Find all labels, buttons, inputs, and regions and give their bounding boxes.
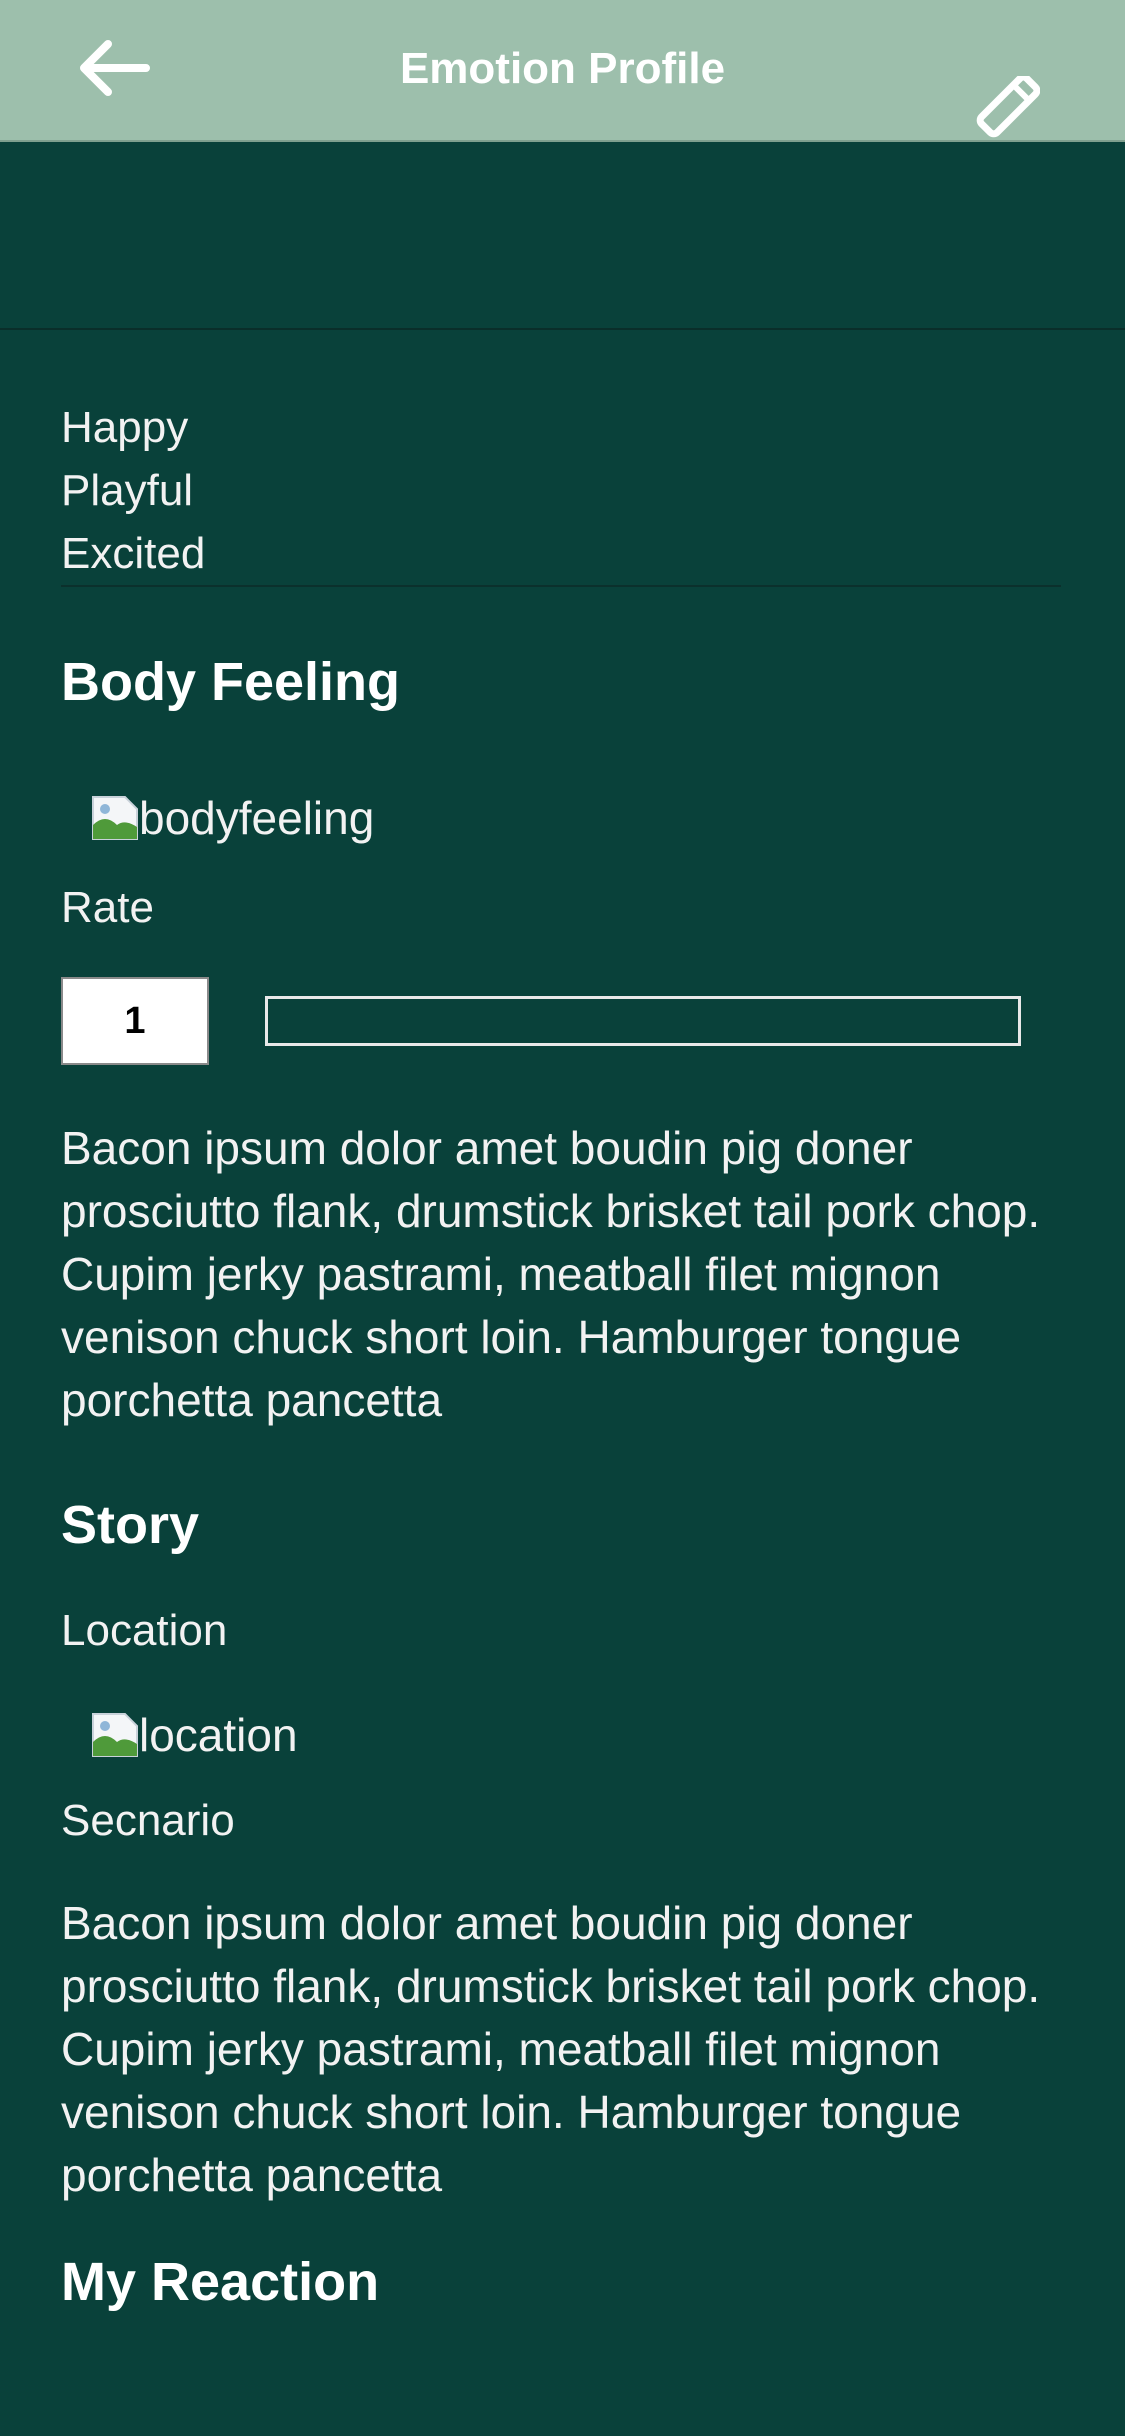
rate-slider[interactable] — [265, 996, 1021, 1046]
rate-label: Rate — [61, 883, 154, 932]
bodyfeeling-image: bodyfeeling — [91, 791, 1061, 845]
my-reaction-heading: My Reaction — [61, 2252, 380, 2312]
profile-content: Happy Playful Excited Body Feeling bodyf… — [61, 396, 1061, 2313]
app-bar: Emotion Profile — [0, 0, 1125, 142]
profile-header-area — [0, 142, 1125, 330]
emotion-list: Happy Playful Excited — [61, 396, 1061, 585]
location-image: location — [91, 1708, 1061, 1762]
rate-input[interactable] — [61, 977, 209, 1065]
story-heading: Story — [61, 1495, 200, 1555]
location-image-alt: location — [139, 1709, 298, 1761]
edit-button[interactable] — [970, 73, 1041, 142]
broken-image-icon — [92, 1713, 138, 1757]
page-title: Emotion Profile — [399, 44, 726, 93]
rate-row — [61, 977, 1061, 1065]
location-label: Location — [61, 1606, 228, 1655]
pencil-icon — [976, 73, 1041, 138]
divider — [61, 585, 1061, 587]
body-feeling-heading: Body Feeling — [61, 652, 401, 712]
emotion-item: Excited — [61, 529, 206, 578]
emotion-item: Playful — [61, 466, 194, 515]
emotion-item: Happy — [61, 403, 189, 452]
broken-image-icon — [92, 796, 138, 840]
bodyfeeling-image-alt: bodyfeeling — [139, 792, 375, 844]
body-feeling-description: Bacon ipsum dolor amet boudin pig doner … — [61, 1122, 1041, 1426]
scenario-text: Bacon ipsum dolor amet boudin pig doner … — [61, 1897, 1041, 2201]
scenario-label: Secnario — [61, 1796, 235, 1845]
